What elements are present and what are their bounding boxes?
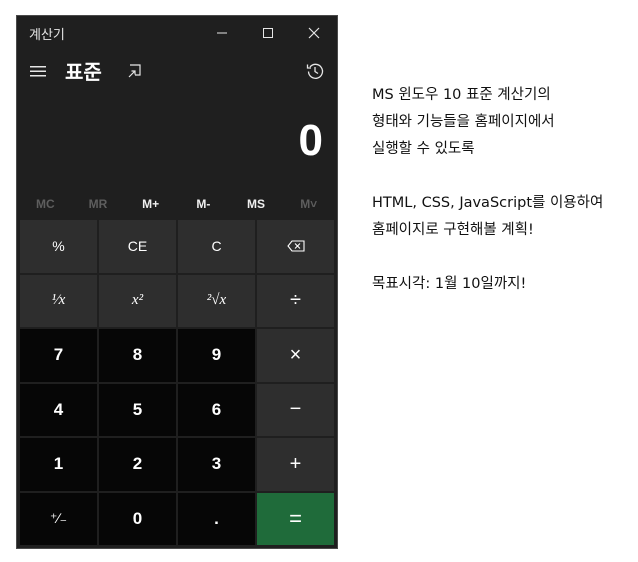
memory-add-button[interactable]: M+ — [124, 192, 177, 216]
keep-on-top-icon — [128, 64, 141, 78]
digit-0-button[interactable]: 0 — [99, 492, 176, 545]
memory-recall-button[interactable]: MR — [72, 192, 125, 216]
percent-button[interactable]: % — [20, 220, 97, 273]
equals-button[interactable]: = — [257, 492, 334, 545]
hamburger-icon — [30, 66, 46, 77]
notes-line: MS 윈도우 10 표준 계산기의 — [372, 87, 551, 103]
calculator-window: 계산기 표준 0 MC MR M+ M- MS M˅ % CE C ¹⁄x x²… — [16, 15, 338, 549]
negate-button[interactable]: ⁺∕₋ — [20, 492, 97, 545]
title-bar: 계산기 — [17, 16, 337, 50]
digit-2-button[interactable]: 2 — [99, 438, 176, 491]
square-root-button[interactable]: ²√x — [178, 274, 255, 327]
history-icon — [306, 63, 324, 79]
divide-button[interactable]: ÷ — [257, 274, 334, 327]
backspace-button[interactable] — [257, 220, 334, 273]
digit-7-button[interactable]: 7 — [20, 329, 97, 382]
digit-6-button[interactable]: 6 — [178, 383, 255, 436]
memory-row: MC MR M+ M- MS M˅ — [19, 192, 335, 216]
navigation-menu-button[interactable] — [25, 58, 51, 84]
digit-8-button[interactable]: 8 — [99, 329, 176, 382]
digit-3-button[interactable]: 3 — [178, 438, 255, 491]
notes-line: 형태와 기능들을 홈페이지에서 — [372, 114, 555, 130]
clear-entry-button[interactable]: CE — [99, 220, 176, 273]
maximize-button[interactable] — [245, 16, 291, 50]
result-display: 0 — [298, 116, 323, 165]
memory-clear-button[interactable]: MC — [19, 192, 72, 216]
minimize-button[interactable] — [199, 16, 245, 50]
decimal-button[interactable]: . — [178, 492, 255, 545]
minimize-icon — [217, 32, 227, 34]
keep-on-top-button[interactable] — [123, 59, 147, 83]
notes-line: HTML, CSS, JavaScript를 이용하여 — [372, 195, 604, 211]
calculator-header: 표준 — [17, 52, 337, 92]
digit-5-button[interactable]: 5 — [99, 383, 176, 436]
notes-line: 홈페이지로 구현해볼 계획! — [372, 222, 534, 238]
memory-subtract-button[interactable]: M- — [177, 192, 230, 216]
memory-list-button[interactable]: M˅ — [282, 192, 335, 216]
keypad: % CE C ¹⁄x x² ²√x ÷ 7 8 9 × 4 5 6 − 1 2 … — [20, 220, 334, 545]
window-title: 계산기 — [29, 28, 65, 43]
project-notes: MS 윈도우 10 표준 계산기의 형태와 기능들을 홈페이지에서 실행할 수 … — [372, 82, 603, 298]
square-button[interactable]: x² — [99, 274, 176, 327]
maximize-icon — [263, 28, 273, 38]
minus-button[interactable]: − — [257, 383, 334, 436]
close-icon — [308, 27, 320, 39]
close-button[interactable] — [291, 16, 337, 50]
reciprocal-button[interactable]: ¹⁄x — [20, 274, 97, 327]
memory-store-button[interactable]: MS — [230, 192, 283, 216]
digit-9-button[interactable]: 9 — [178, 329, 255, 382]
digit-4-button[interactable]: 4 — [20, 383, 97, 436]
digit-1-button[interactable]: 1 — [20, 438, 97, 491]
backspace-icon — [286, 240, 305, 252]
notes-line: 실행할 수 있도록 — [372, 141, 475, 157]
notes-line: 목표시각: 1월 10일까지! — [372, 276, 527, 292]
mode-title: 표준 — [65, 60, 102, 84]
history-button[interactable] — [301, 57, 329, 85]
plus-button[interactable]: + — [257, 438, 334, 491]
multiply-button[interactable]: × — [257, 329, 334, 382]
clear-button[interactable]: C — [178, 220, 255, 273]
